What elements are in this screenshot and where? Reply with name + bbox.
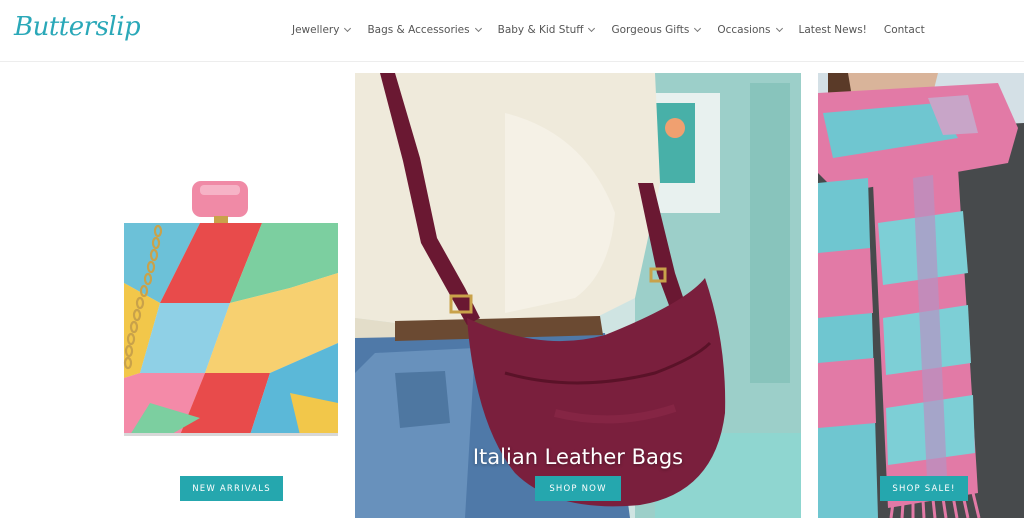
- site-header: Butterslip Jewellery Bags & Accessories …: [0, 0, 1024, 62]
- main-nav: Jewellery Bags & Accessories Baby & Kid …: [292, 22, 925, 38]
- chevron-down-icon: [474, 24, 482, 33]
- chevron-down-icon: [344, 24, 352, 33]
- hero-panel-new-arrivals[interactable]: NEW ARRIVALS: [0, 73, 352, 518]
- hero-panel-italian-leather-bags[interactable]: Italian Leather Bags SHOP NOW: [355, 73, 801, 518]
- nav-item-label: Contact: [883, 24, 925, 36]
- nav-item-jewellery[interactable]: Jewellery: [292, 24, 352, 36]
- new-arrivals-button[interactable]: NEW ARRIVALS: [180, 476, 283, 501]
- nav-item-label: Occasions: [717, 24, 771, 36]
- butterslip-logo[interactable]: Butterslip: [14, 10, 141, 50]
- nav-item-baby-kid-stuff[interactable]: Baby & Kid Stuff: [497, 24, 596, 36]
- nav-item-bags-accessories[interactable]: Bags & Accessories: [367, 24, 482, 36]
- chevron-down-icon: [775, 24, 783, 33]
- nav-item-label: Bags & Accessories: [367, 24, 470, 36]
- logo-text: Butterslip: [14, 12, 141, 42]
- clutch-bag-image: [123, 181, 338, 436]
- shop-sale-button[interactable]: SHOP SALE!: [880, 476, 968, 501]
- nav-item-gorgeous-gifts[interactable]: Gorgeous Gifts: [611, 24, 702, 36]
- chevron-down-icon: [694, 24, 702, 33]
- panel-title: Italian Leather Bags: [472, 445, 684, 469]
- chevron-down-icon: [588, 24, 596, 33]
- nav-item-label: Baby & Kid Stuff: [497, 24, 584, 36]
- nav-item-label: Gorgeous Gifts: [611, 24, 690, 36]
- nav-item-label: Jewellery: [292, 24, 340, 36]
- nav-item-label: Latest News!: [798, 24, 867, 36]
- scarf-image: [818, 73, 1024, 518]
- nav-item-contact[interactable]: Contact: [884, 24, 925, 36]
- hero-panel-sale[interactable]: SHOP SALE!: [818, 73, 1024, 518]
- nav-item-occasions[interactable]: Occasions: [717, 24, 783, 36]
- shop-now-button[interactable]: SHOP NOW: [535, 476, 621, 501]
- nav-item-latest-news[interactable]: Latest News!: [799, 24, 867, 36]
